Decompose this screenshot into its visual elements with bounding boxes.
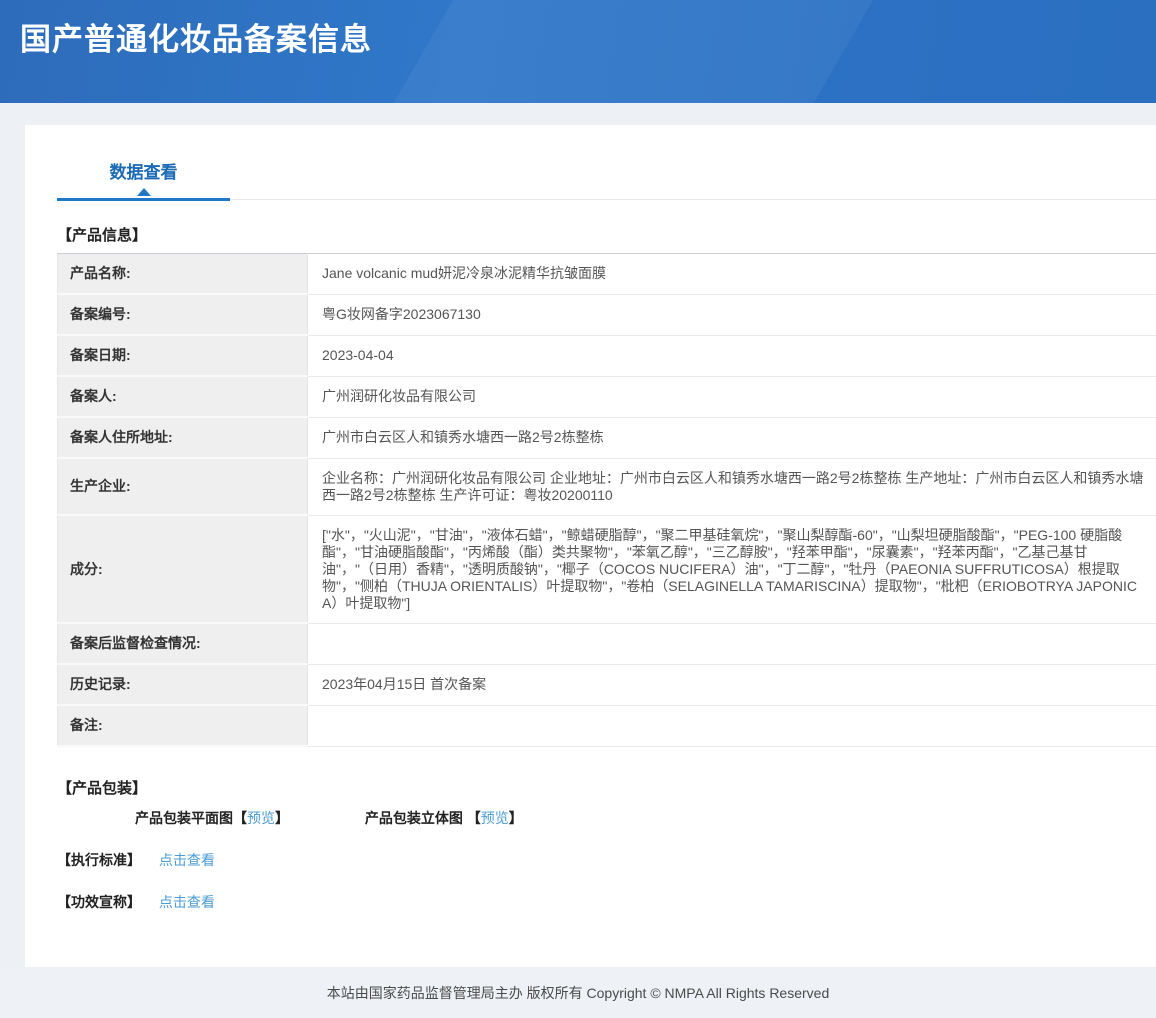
table-row: 备案后监督检查情况: (58, 623, 1156, 664)
exec-standard-view-link[interactable]: 点击查看 (159, 852, 215, 868)
row-label: 备案后监督检查情况: (58, 623, 308, 664)
packaging-flat-preview-link[interactable]: 预览 (247, 810, 275, 826)
row-value: 2023-04-04 (308, 335, 1156, 376)
packaging-stereo-preview-link[interactable]: 预览 (481, 810, 509, 826)
row-label: 备案人住所地址: (58, 417, 308, 458)
row-label: 成分: (58, 515, 308, 623)
packaging-row: 产品包装平面图【预览】 产品包装立体图 【预览】 (135, 808, 1156, 828)
bracket-open: 【 (233, 810, 247, 826)
row-label: 备案日期: (58, 335, 308, 376)
row-label: 备案人: (58, 376, 308, 417)
table-row: 备案人住所地址: 广州市白云区人和镇秀水塘西一路2号2栋整栋 (58, 417, 1156, 458)
row-label: 历史记录: (58, 664, 308, 705)
table-row: 成分: ["水"，"火山泥"，"甘油"，"液体石蜡"，"鲸蜡硬脂醇"，"聚二甲基… (58, 515, 1156, 623)
row-value: 企业名称：广州润研化妆品有限公司 企业地址：广州市白云区人和镇秀水塘西一路2号2… (308, 458, 1156, 515)
content-card: 数据查看 【产品信息】 产品名称: Jane volcanic mud妍泥冷泉冰… (25, 125, 1156, 967)
table-row: 历史记录: 2023年04月15日 首次备案 (58, 664, 1156, 705)
row-label: 产品名称: (58, 254, 308, 295)
page-title: 国产普通化妆品备案信息 (20, 14, 1156, 59)
efficacy-claim-view-link[interactable]: 点击查看 (159, 894, 215, 910)
bracket-close: 】 (275, 810, 289, 826)
row-value (308, 705, 1156, 746)
section-title-packaging: 【产品包装】 (57, 777, 1156, 798)
packaging-stereo-label: 产品包装立体图 (365, 810, 463, 826)
row-value (308, 623, 1156, 664)
efficacy-claim-label: 【功效宣称】 (57, 892, 141, 912)
row-label: 生产企业: (58, 458, 308, 515)
footer-text: 本站由国家药品监督管理局主办 版权所有 Copyright © NMPA All… (327, 983, 829, 1003)
row-value: 广州润研化妆品有限公司 (308, 376, 1156, 417)
table-row: 产品名称: Jane volcanic mud妍泥冷泉冰泥精华抗皱面膜 (58, 254, 1156, 295)
table-row: 备案日期: 2023-04-04 (58, 335, 1156, 376)
row-label: 备注: (58, 705, 308, 746)
exec-standard-row: 【执行标准】 点击查看 (57, 850, 1156, 870)
exec-standard-label: 【执行标准】 (57, 850, 141, 870)
bracket-open: 【 (467, 810, 481, 826)
page-header: 国产普通化妆品备案信息 (0, 0, 1156, 103)
efficacy-claim-row: 【功效宣称】 点击查看 (57, 892, 1156, 912)
table-row: 备案人: 广州润研化妆品有限公司 (58, 376, 1156, 417)
row-label: 备案编号: (58, 294, 308, 335)
section-title-product-info: 【产品信息】 (57, 224, 1156, 245)
table-row: 备案编号: 粤G妆网备字2023067130 (58, 294, 1156, 335)
packaging-flat-label: 产品包装平面图 (135, 810, 233, 826)
row-value: 2023年04月15日 首次备案 (308, 664, 1156, 705)
row-value: ["水"，"火山泥"，"甘油"，"液体石蜡"，"鲸蜡硬脂醇"，"聚二甲基硅氧烷"… (308, 515, 1156, 623)
table-row: 生产企业: 企业名称：广州润研化妆品有限公司 企业地址：广州市白云区人和镇秀水塘… (58, 458, 1156, 515)
packaging-flat-item: 产品包装平面图【预览】 (135, 808, 289, 828)
page-footer: 本站由国家药品监督管理局主办 版权所有 Copyright © NMPA All… (0, 967, 1156, 1018)
row-value: 粤G妆网备字2023067130 (308, 294, 1156, 335)
row-value: Jane volcanic mud妍泥冷泉冰泥精华抗皱面膜 (308, 254, 1156, 295)
tab-bar: 数据查看 (57, 125, 1156, 200)
main-area: 数据查看 【产品信息】 产品名称: Jane volcanic mud妍泥冷泉冰… (0, 103, 1156, 967)
product-info-table: 产品名称: Jane volcanic mud妍泥冷泉冰泥精华抗皱面膜 备案编号… (57, 253, 1156, 747)
packaging-stereo-item: 产品包装立体图 【预览】 (365, 808, 523, 828)
row-value: 广州市白云区人和镇秀水塘西一路2号2栋整栋 (308, 417, 1156, 458)
table-row: 备注: (58, 705, 1156, 746)
bracket-close: 】 (509, 810, 523, 826)
tab-data-view[interactable]: 数据查看 (57, 158, 230, 201)
